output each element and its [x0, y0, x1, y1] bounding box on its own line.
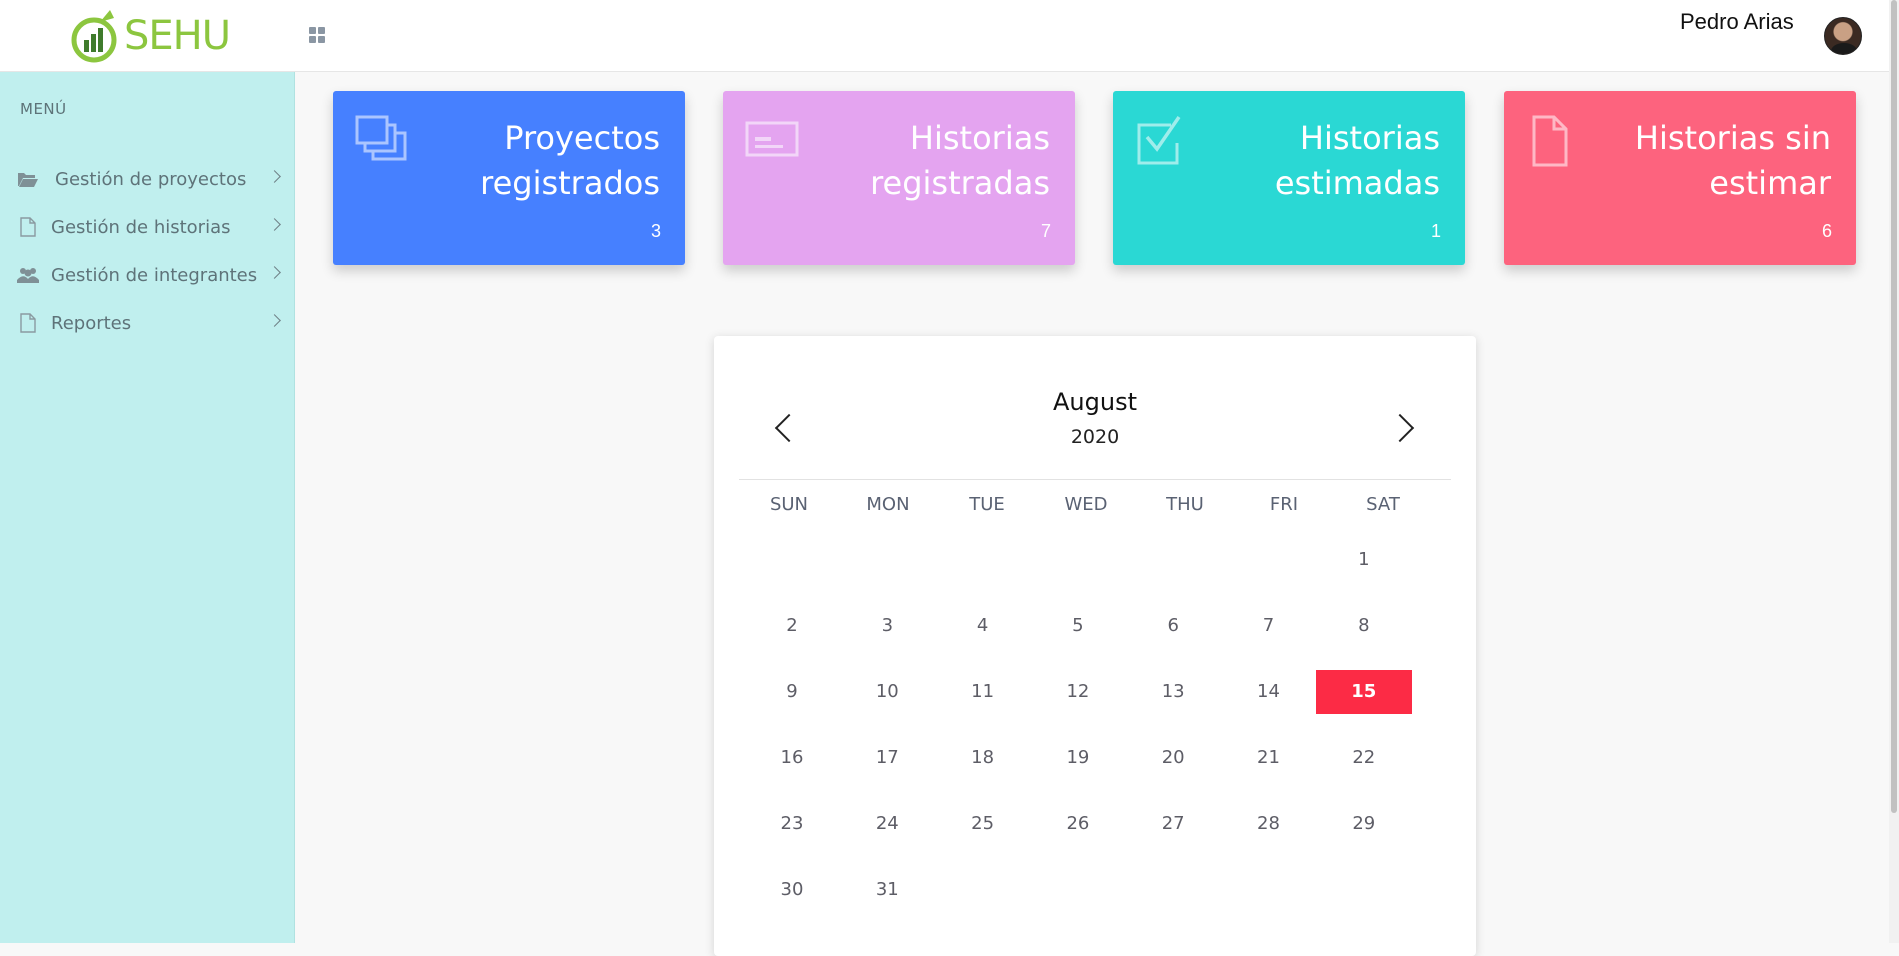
card-title: Historias registradas: [870, 119, 1050, 202]
scrollbar-thumb[interactable]: [1891, 0, 1897, 813]
sidebar-item-label: Gestión de proyectos: [55, 168, 247, 190]
sidebar-item-gestion-historias[interactable]: Gestión de historias: [0, 207, 295, 247]
calendar-day[interactable]: 25: [935, 802, 1031, 846]
calendar-widget: August 2020 SUN MON TUE WED THU FRI SAT …: [714, 336, 1476, 956]
card-historias-registradas[interactable]: Historias registradas 7: [723, 91, 1075, 265]
sidebar-item-gestion-proyectos[interactable]: Gestión de proyectos: [0, 159, 295, 199]
clone-icon: [355, 115, 407, 161]
card-title: Historias estimadas: [1274, 119, 1440, 202]
brand-logo-link[interactable]: SEHU: [70, 8, 231, 64]
calendar-day[interactable]: 28: [1221, 802, 1317, 846]
chevron-right-icon: [268, 170, 281, 183]
sidebar-item-label: Reportes: [51, 312, 132, 334]
menu-title: MENÚ: [20, 100, 67, 118]
sidebar-item-reportes[interactable]: Reportes: [0, 303, 295, 343]
calendar-day[interactable]: 6: [1125, 604, 1221, 648]
calendar-day[interactable]: 20: [1125, 736, 1221, 780]
card-count: 1: [1430, 221, 1441, 241]
calendar-day[interactable]: 12: [1030, 670, 1126, 714]
calendar-day[interactable]: 10: [839, 670, 935, 714]
card-count: 6: [1821, 221, 1832, 241]
chevron-right-icon: [268, 218, 281, 231]
folder-open-icon: [17, 169, 39, 189]
calendar-day[interactable]: 21: [1221, 736, 1317, 780]
calendar-day[interactable]: 24: [839, 802, 935, 846]
calendar-day-grid: 1 2 3 4 5 6 7 8 9 10 11 12 13 14 15 16 17 18 19 20 21 22 23 24 2…: [714, 336, 1476, 956]
card-count: 7: [1040, 221, 1051, 241]
calendar-day[interactable]: 9: [744, 670, 840, 714]
calendar-day[interactable]: 3: [839, 604, 935, 648]
calendar-day[interactable]: 2: [744, 604, 840, 648]
chevron-right-icon: [268, 314, 281, 327]
card-title: Historias sin estimar: [1634, 119, 1831, 202]
calendar-day[interactable]: 7: [1221, 604, 1317, 648]
calendar-day[interactable]: 31: [839, 868, 935, 912]
sidebar-toggle-grid-icon[interactable]: [309, 27, 325, 43]
calendar-day[interactable]: 13: [1125, 670, 1221, 714]
sidebar-item-label: Gestión de historias: [51, 216, 231, 238]
user-avatar[interactable]: [1824, 17, 1862, 55]
calendar-day[interactable]: 18: [935, 736, 1031, 780]
chevron-right-icon: [268, 266, 281, 279]
page-scrollbar[interactable]: [1889, 0, 1899, 943]
sidebar-item-label: Gestión de integrantes: [51, 264, 258, 286]
calendar-day[interactable]: 23: [744, 802, 840, 846]
card-proyectos-registrados[interactable]: Proyectos registrados 3: [333, 91, 685, 265]
chart-growth-icon: [71, 10, 117, 63]
file-icon: [17, 313, 39, 333]
calendar-day[interactable]: 8: [1316, 604, 1412, 648]
calendar-day[interactable]: 14: [1221, 670, 1317, 714]
file-icon: [17, 217, 39, 237]
calendar-day[interactable]: 29: [1316, 802, 1412, 846]
calendar-day[interactable]: 16: [744, 736, 840, 780]
calendar-day[interactable]: 11: [935, 670, 1031, 714]
calendar-day[interactable]: 19: [1030, 736, 1126, 780]
calendar-day[interactable]: 26: [1030, 802, 1126, 846]
sidebar-item-gestion-integrantes[interactable]: Gestión de integrantes: [0, 255, 295, 295]
calendar-day[interactable]: 27: [1125, 802, 1221, 846]
users-icon: [17, 265, 39, 285]
sidebar: MENÚ Gestión de proyectos Gestión de his…: [0, 72, 295, 943]
check-square-icon: [1137, 116, 1181, 165]
brand-name: SEHU: [124, 13, 231, 59]
file-icon: [1532, 115, 1568, 167]
user-name[interactable]: Pedro Arias: [1680, 9, 1794, 35]
card-icon: [745, 121, 799, 157]
card-historias-estimadas[interactable]: Historias estimadas 1: [1113, 91, 1465, 265]
calendar-day[interactable]: 5: [1030, 604, 1126, 648]
card-count: 3: [650, 221, 661, 241]
calendar-day[interactable]: 1: [1316, 538, 1412, 582]
card-title: Proyectos registrados: [480, 119, 660, 202]
calendar-day[interactable]: 22: [1316, 736, 1412, 780]
calendar-day-selected[interactable]: 15: [1315, 670, 1412, 714]
top-bar: SEHU Pedro Arias: [0, 0, 1899, 72]
card-historias-sin-estimar[interactable]: Historias sin estimar 6: [1504, 91, 1856, 265]
calendar-day[interactable]: 30: [744, 868, 840, 912]
calendar-day[interactable]: 17: [839, 736, 935, 780]
calendar-day[interactable]: 4: [935, 604, 1031, 648]
